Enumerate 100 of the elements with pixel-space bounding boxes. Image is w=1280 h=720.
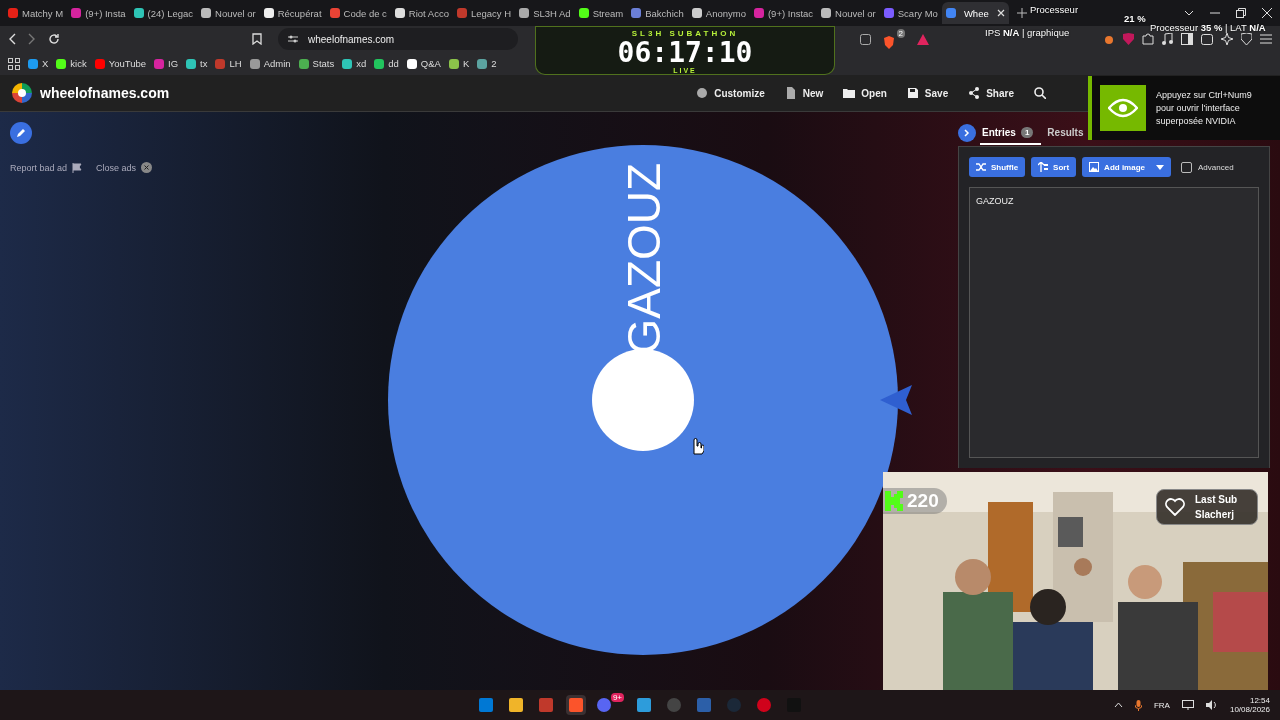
browser-tab[interactable]: (9+) Instac xyxy=(749,2,818,24)
forward-icon[interactable] xyxy=(28,33,36,45)
bookmark[interactable]: 2 xyxy=(477,58,497,69)
browser-tab[interactable]: Stream xyxy=(574,2,628,24)
panel-tab[interactable]: Results xyxy=(1045,121,1092,145)
menu-item[interactable]: New xyxy=(782,85,826,101)
browser-tab[interactable]: Nouvel or xyxy=(817,2,880,24)
bookmark[interactable]: LH xyxy=(215,58,242,69)
browser-tab[interactable]: Récupérat xyxy=(259,2,326,24)
bookmark[interactable]: Stats xyxy=(298,58,335,69)
browser-tab[interactable]: Code de c xyxy=(325,2,391,24)
toolbar-button[interactable]: Shuffle xyxy=(969,157,1026,177)
wallet-icon[interactable] xyxy=(1201,33,1213,45)
close-ads-link[interactable]: Close ads xyxy=(96,162,153,173)
address-field[interactable]: wheelofnames.com xyxy=(278,28,518,50)
favicon xyxy=(519,8,530,18)
bookmark[interactable]: dd xyxy=(374,58,399,69)
advanced-checkbox[interactable]: Advanced xyxy=(1181,161,1234,173)
menu-item[interactable]: Open xyxy=(841,85,889,101)
favicon xyxy=(298,58,309,69)
browser-tab[interactable]: (24) Legac xyxy=(129,2,197,24)
edit-button[interactable] xyxy=(10,122,32,144)
toolbar-button[interactable]: Add image xyxy=(1082,157,1171,177)
pointer-icon xyxy=(880,384,914,416)
browser-tab[interactable]: Nouvel or xyxy=(197,2,260,24)
overlay-value: 21 % xyxy=(1124,14,1146,24)
triangle-icon[interactable] xyxy=(917,33,929,45)
bookmark[interactable]: kick xyxy=(56,58,87,69)
favicon xyxy=(249,58,260,69)
bookmark[interactable]: X xyxy=(28,58,49,69)
browser-tab[interactable]: Whee xyxy=(941,2,1009,24)
restore-icon[interactable] xyxy=(1236,8,1246,18)
bookmark[interactable]: Admin xyxy=(249,58,291,69)
sidebar-icon[interactable] xyxy=(1181,33,1193,45)
favicon xyxy=(631,8,642,18)
favicon xyxy=(133,8,144,18)
browser-tab[interactable]: Riot Acco xyxy=(390,2,453,24)
favicon xyxy=(94,58,105,69)
share-icon xyxy=(968,87,981,99)
toolbar-button[interactable]: Sort xyxy=(1031,157,1077,177)
shield-icon[interactable] xyxy=(1241,33,1252,45)
sort-icon xyxy=(1038,162,1049,172)
menu-item[interactable]: Save xyxy=(904,85,951,101)
overlay-title: SL3H SUBATHON xyxy=(631,29,739,38)
countdown-timer: 06:17:10 xyxy=(617,38,753,67)
speaker-icon[interactable] xyxy=(1205,700,1218,710)
sparkle-icon[interactable] xyxy=(1221,33,1233,45)
menu-icon[interactable] xyxy=(1260,34,1272,44)
bookmark[interactable]: IG xyxy=(154,58,179,69)
site-name[interactable]: wheelofnames.com xyxy=(40,85,170,101)
browser-tab[interactable]: Matchy M xyxy=(4,2,68,24)
language-indicator[interactable]: FRA xyxy=(1153,700,1170,710)
browser-tab[interactable]: Bakchich xyxy=(627,2,688,24)
bookmark-icon[interactable] xyxy=(252,33,262,45)
browser-tab[interactable]: (9+) Insta xyxy=(67,2,130,24)
hand-cursor-icon xyxy=(690,438,704,455)
menu-item[interactable]: Share xyxy=(966,85,1016,101)
collapse-button[interactable] xyxy=(958,124,976,142)
wheel-center[interactable] xyxy=(592,349,694,451)
favicon xyxy=(28,58,38,69)
count-badge: 2 xyxy=(896,29,905,38)
caret-icon xyxy=(1156,164,1164,170)
menu-item[interactable]: Customize xyxy=(694,85,767,101)
close-icon[interactable] xyxy=(1262,8,1272,18)
favicon xyxy=(8,8,18,18)
shuffle-icon xyxy=(976,162,986,172)
subscriber-name: Slacherj xyxy=(1195,508,1235,522)
bookmark[interactable]: xd xyxy=(342,58,367,69)
bookmark[interactable]: K xyxy=(448,58,470,69)
bookmark[interactable]: Q&A xyxy=(406,58,441,69)
report-ad-link[interactable]: Report bad ad xyxy=(10,162,83,173)
bookmark[interactable]: YouTube xyxy=(94,58,147,69)
entries-field[interactable]: GAZOUZ xyxy=(969,187,1259,458)
microphone-icon[interactable] xyxy=(1134,699,1142,711)
chevron-down-icon[interactable] xyxy=(1184,10,1194,16)
clock[interactable]: 12:54 10/08/2026 xyxy=(1229,696,1270,714)
apps-icon[interactable] xyxy=(8,57,20,70)
favicon xyxy=(406,58,417,69)
back-icon[interactable] xyxy=(8,33,16,45)
browser-tab[interactable]: Anonymo xyxy=(687,2,750,24)
plus-icon[interactable] xyxy=(1016,8,1027,18)
browser-tab[interactable]: Scary Mo xyxy=(879,2,942,24)
close-icon[interactable] xyxy=(996,9,1005,17)
favicon xyxy=(154,58,165,69)
bookmark[interactable]: tx xyxy=(186,58,208,69)
wheel[interactable]: GAZOUZ xyxy=(385,142,901,658)
favicon xyxy=(477,58,488,69)
favicon xyxy=(753,8,764,18)
chevron-up-icon[interactable] xyxy=(1113,702,1123,708)
search-button[interactable] xyxy=(1032,85,1048,101)
monitor-icon[interactable] xyxy=(1181,700,1194,710)
browser-tab[interactable]: Legacy H xyxy=(453,2,516,24)
overlay-stats: Processeur 35 % | LAT N/A xyxy=(1150,23,1266,33)
music-icon[interactable] xyxy=(1162,33,1173,45)
browser-tab[interactable]: SL3H Ad xyxy=(515,2,575,24)
search-icon xyxy=(1034,87,1046,99)
favicon xyxy=(263,8,274,18)
favicon xyxy=(374,58,385,69)
favicon xyxy=(578,8,589,18)
reload-icon[interactable] xyxy=(48,33,60,45)
